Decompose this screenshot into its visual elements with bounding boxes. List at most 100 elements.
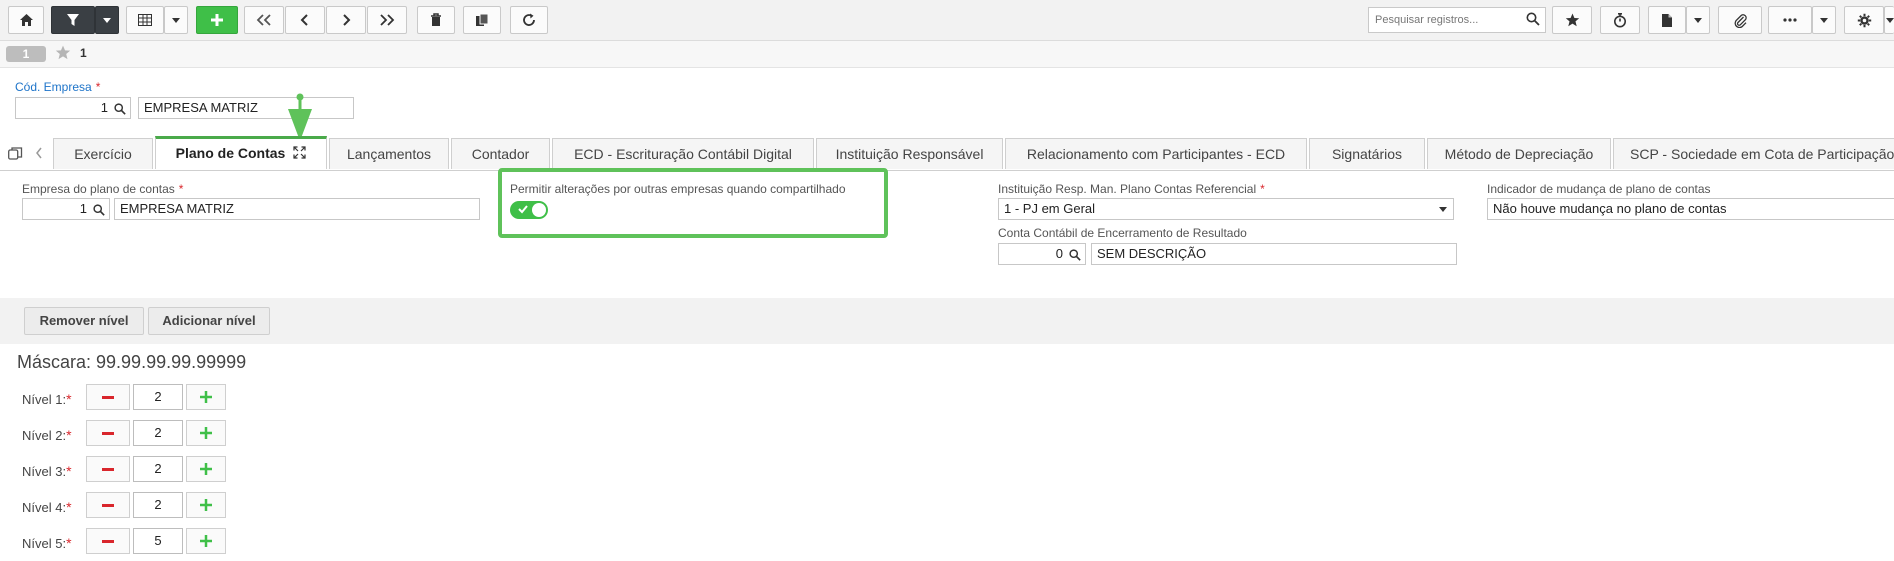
star-icon[interactable] bbox=[55, 45, 71, 63]
plus-icon bbox=[200, 499, 212, 511]
expand-icon[interactable] bbox=[293, 140, 306, 168]
level-3-label: Nível 3:* bbox=[22, 463, 72, 479]
more-actions-button[interactable] bbox=[1768, 6, 1812, 34]
delete-button[interactable] bbox=[417, 6, 455, 34]
remove-level-button[interactable]: Remover nível bbox=[24, 307, 144, 335]
plus-icon bbox=[211, 14, 223, 26]
required-asterisk: * bbox=[66, 535, 72, 551]
search-icon[interactable] bbox=[1526, 12, 1540, 29]
home-icon bbox=[19, 14, 33, 26]
level-3-decrement-button[interactable] bbox=[86, 456, 130, 482]
attachment-button[interactable] bbox=[1718, 6, 1762, 34]
level-4-label: Nível 4:* bbox=[22, 499, 72, 515]
level-2-decrement-button[interactable] bbox=[86, 420, 130, 446]
search-icon[interactable] bbox=[114, 101, 126, 118]
conta-encerramento-desc-field: SEM DESCRIÇÃO bbox=[1091, 243, 1457, 265]
mask-label: Máscara: 99.99.99.99.99999 bbox=[17, 352, 247, 372]
cod-empresa-input[interactable]: 1 bbox=[15, 97, 131, 119]
instituicao-label: Instituição Resp. Man. Plano Contas Refe… bbox=[998, 182, 1265, 196]
window-icon[interactable] bbox=[8, 147, 23, 164]
level-4-increment-button[interactable] bbox=[186, 492, 226, 518]
conta-encerramento-label: Conta Contábil de Encerramento de Result… bbox=[998, 226, 1247, 240]
record-index-pill[interactable]: 1 bbox=[6, 46, 46, 62]
tab-signatarios[interactable]: Signatários bbox=[1309, 138, 1425, 169]
tab-metodo-depreciacao[interactable]: Método de Depreciação bbox=[1427, 138, 1611, 169]
more-actions-dropdown-button[interactable] bbox=[1812, 6, 1836, 34]
gear-icon bbox=[1857, 13, 1871, 27]
empresa-plano-code: 1 bbox=[79, 201, 87, 216]
level-4-input[interactable]: 2 bbox=[133, 492, 183, 518]
first-record-button[interactable] bbox=[244, 6, 284, 34]
grid-view-dropdown-button[interactable] bbox=[164, 6, 188, 34]
levels-action-bar bbox=[0, 298, 1894, 344]
chevron-left-icon[interactable] bbox=[35, 147, 43, 162]
add-level-button[interactable]: Adicionar nível bbox=[148, 307, 270, 335]
settings-dropdown-button[interactable] bbox=[1884, 6, 1894, 34]
highlight-box bbox=[498, 168, 888, 238]
filter-dropdown-button[interactable] bbox=[95, 6, 119, 34]
report-dropdown-button[interactable] bbox=[1686, 6, 1710, 34]
refresh-button[interactable] bbox=[510, 6, 548, 34]
timer-button[interactable] bbox=[1600, 6, 1640, 34]
level-3-increment-button[interactable] bbox=[186, 456, 226, 482]
plus-icon bbox=[200, 391, 212, 403]
search-input[interactable] bbox=[1369, 8, 1527, 32]
tab-lancamentos[interactable]: Lançamentos bbox=[329, 138, 449, 169]
indicador-mudanca-select[interactable]: Não houve mudança no plano de contas bbox=[1487, 198, 1894, 220]
level-5-decrement-button[interactable] bbox=[86, 528, 130, 554]
minus-icon bbox=[102, 467, 114, 471]
filter-icon bbox=[67, 14, 79, 26]
required-asterisk: * bbox=[95, 80, 101, 94]
tab-relacionamento-participantes[interactable]: Relacionamento com Participantes - ECD bbox=[1005, 138, 1307, 169]
plus-icon bbox=[200, 427, 212, 439]
report-button[interactable] bbox=[1648, 6, 1686, 34]
level-5-increment-button[interactable] bbox=[186, 528, 226, 554]
level-3-input[interactable]: 2 bbox=[133, 456, 183, 482]
level-5-label: Nível 5:* bbox=[22, 535, 72, 551]
search-icon[interactable] bbox=[1069, 247, 1081, 264]
tab-instituicao-responsavel[interactable]: Instituição Responsável bbox=[816, 138, 1003, 169]
trash-icon bbox=[431, 13, 441, 26]
previous-record-button[interactable] bbox=[285, 6, 325, 34]
minus-icon bbox=[102, 539, 114, 543]
tab-plano-de-contas[interactable]: Plano de Contas bbox=[155, 136, 327, 169]
next-record-button[interactable] bbox=[326, 6, 366, 34]
tab-ecd[interactable]: ECD - Escrituração Contábil Digital bbox=[552, 138, 814, 169]
conta-encerramento-code-input[interactable]: 0 bbox=[998, 243, 1086, 265]
instituicao-select[interactable]: 1 - PJ em Geral bbox=[998, 198, 1454, 220]
minus-icon bbox=[102, 503, 114, 507]
tab-exercicio[interactable]: Exercício bbox=[53, 138, 153, 169]
grid-view-button[interactable] bbox=[126, 6, 164, 34]
copy-button[interactable] bbox=[463, 6, 501, 34]
level-1-decrement-button[interactable] bbox=[86, 384, 130, 410]
record-number: 1 bbox=[80, 46, 87, 60]
required-asterisk: * bbox=[66, 427, 72, 443]
level-5-input[interactable]: 5 bbox=[133, 528, 183, 554]
level-2-increment-button[interactable] bbox=[186, 420, 226, 446]
required-asterisk: * bbox=[66, 391, 72, 407]
level-1-label: Nível 1:* bbox=[22, 391, 72, 407]
level-4-decrement-button[interactable] bbox=[86, 492, 130, 518]
empresa-plano-label: Empresa do plano de contas * bbox=[22, 182, 184, 196]
caret-down-icon bbox=[103, 17, 111, 23]
level-1-input[interactable]: 2 bbox=[133, 384, 183, 410]
indicador-mudanca-label: Indicador de mudança de plano de contas bbox=[1487, 182, 1711, 196]
empresa-plano-code-input[interactable]: 1 bbox=[22, 198, 110, 220]
last-record-button[interactable] bbox=[367, 6, 407, 34]
level-2-label: Nível 2:* bbox=[22, 427, 72, 443]
tab-scp[interactable]: SCP - Sociedade em Cota de Participação bbox=[1613, 138, 1894, 169]
chevron-right-icon bbox=[343, 14, 351, 26]
filter-button[interactable] bbox=[51, 6, 95, 34]
settings-button[interactable] bbox=[1844, 6, 1884, 34]
double-chevron-right-icon bbox=[380, 14, 395, 26]
search-icon[interactable] bbox=[93, 202, 105, 219]
favorite-button[interactable] bbox=[1552, 6, 1592, 34]
tab-contador[interactable]: Contador bbox=[451, 138, 550, 169]
minus-icon bbox=[102, 395, 114, 399]
home-button[interactable] bbox=[8, 6, 44, 34]
level-1-increment-button[interactable] bbox=[186, 384, 226, 410]
minus-icon bbox=[102, 431, 114, 435]
level-2-input[interactable]: 2 bbox=[133, 420, 183, 446]
caret-down-icon bbox=[1820, 17, 1828, 23]
add-record-button[interactable] bbox=[196, 6, 238, 34]
